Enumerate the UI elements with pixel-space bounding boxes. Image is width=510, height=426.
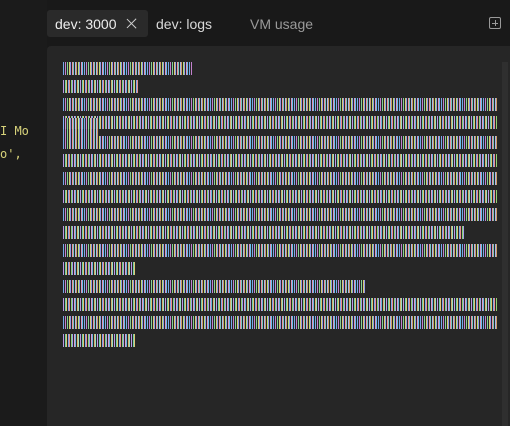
output-line [63, 316, 497, 329]
code-line: I Mo [0, 124, 29, 138]
output-line [63, 136, 497, 149]
tab-label: dev: logs [156, 15, 213, 32]
output-line [63, 334, 135, 347]
tab-vm-usage[interactable]: VM usage [242, 10, 321, 37]
tab-dev-logs[interactable]: dev: logs [148, 10, 220, 37]
app-window: I Mo o', dev: 3000 dev: logs VM usage [0, 0, 510, 426]
output-line [63, 226, 465, 239]
close-icon[interactable] [126, 18, 137, 29]
output-line [63, 118, 99, 136]
terminal-output [63, 62, 497, 352]
output-line [63, 208, 497, 221]
output-line [63, 116, 497, 129]
editor-strip[interactable]: I Mo o', [0, 0, 47, 426]
output-line [63, 280, 365, 293]
terminal-output-panel[interactable] [47, 46, 510, 426]
output-line [63, 262, 135, 275]
scrollbar[interactable] [502, 62, 508, 426]
output-line [63, 80, 139, 93]
add-tab-icon[interactable] [489, 17, 501, 29]
output-line [63, 154, 497, 167]
output-line [63, 298, 497, 311]
terminal-tab-bar: dev: 3000 dev: logs VM usage [47, 0, 510, 44]
output-line [63, 244, 497, 257]
code-line: o', [0, 147, 22, 161]
tab-label: dev: 3000 [55, 15, 117, 32]
output-line [63, 172, 497, 185]
tab-label: VM usage [250, 15, 314, 32]
output-line [63, 62, 192, 75]
tab-dev-3000[interactable]: dev: 3000 [47, 10, 148, 37]
output-line [63, 98, 497, 111]
output-line [63, 190, 497, 203]
